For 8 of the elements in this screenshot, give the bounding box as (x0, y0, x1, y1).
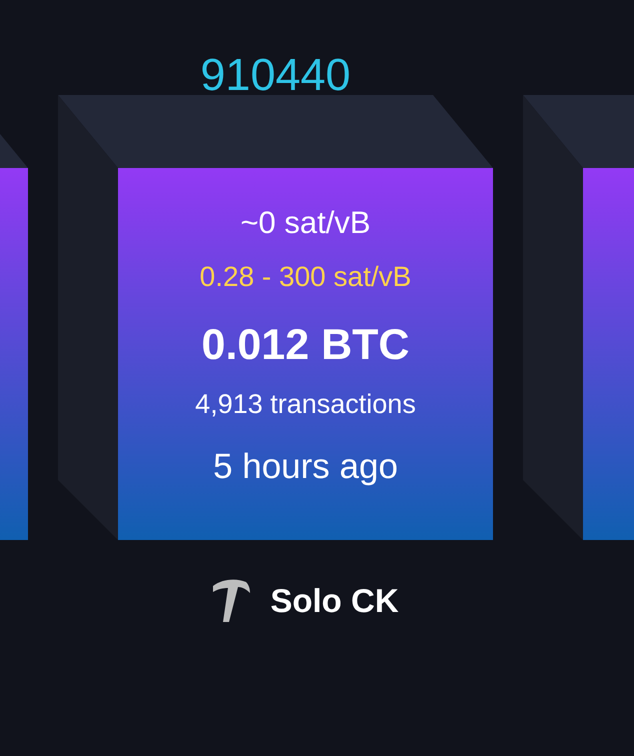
mined-time: 5 hours ago (213, 446, 398, 488)
pickaxe-icon (212, 578, 252, 624)
total-fees: 0.012 BTC (202, 320, 410, 370)
block-height-link[interactable]: 910440 (200, 52, 351, 98)
median-fee: ~0 sat/vB (240, 204, 371, 242)
pool-name-link[interactable]: Solo CK (270, 582, 399, 620)
transaction-count: 4,913 transactions (195, 388, 416, 420)
fee-range: 0.28 - 300 sat/vB (200, 260, 412, 294)
